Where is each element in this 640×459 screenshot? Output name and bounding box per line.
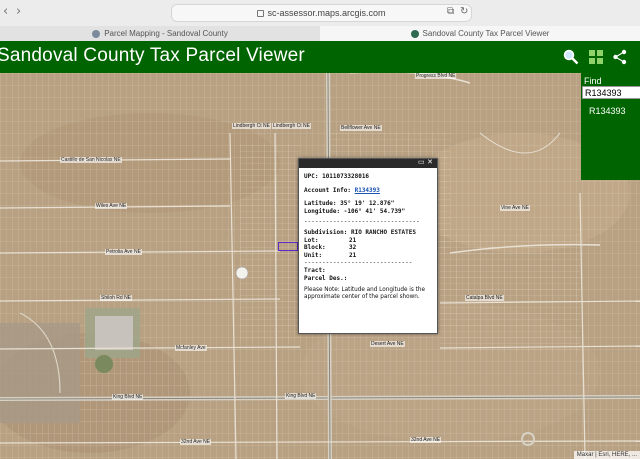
address-bar[interactable]: sc-assessor.maps.arcgis.com <box>171 4 472 22</box>
reload-icon[interactable]: ↻ <box>460 6 468 17</box>
road-label: Vine Ave NE <box>500 205 530 211</box>
latitude-label: Latitude: <box>304 200 337 208</box>
find-input[interactable] <box>582 86 640 99</box>
account-link[interactable]: R134393 <box>355 187 380 194</box>
tab-label: Sandoval County Tax Parcel Viewer <box>422 29 550 38</box>
find-result-item[interactable]: R134393 <box>589 106 626 116</box>
find-panel: Find R134393 <box>581 73 640 180</box>
lot-value: 21 <box>349 236 357 244</box>
road-label: Petrolia Ave NE <box>105 249 142 255</box>
tab-label: Parcel Mapping - Sandoval County <box>104 29 228 38</box>
app-header: Sandoval County Tax Parcel Viewer <box>0 41 640 73</box>
separator: -------------------------------- <box>304 218 420 226</box>
tab-parcel-mapping[interactable]: Parcel Mapping - Sandoval County <box>0 26 320 41</box>
address-row: ‹ › sc-assessor.maps.arcgis.com ⧉ ↻ <box>0 0 640 24</box>
road-label: Shiloh Rd NE <box>100 295 133 301</box>
road-label: Lindbergh Ct NE <box>272 123 311 129</box>
share-icon[interactable] <box>612 49 628 65</box>
selected-parcel[interactable] <box>278 242 298 251</box>
longitude-value: -106° 41' 54.739" <box>343 207 406 215</box>
road-label: Bellflower Ave NE <box>340 125 382 131</box>
unit-label: Unit: <box>304 251 323 259</box>
popup-content: UPC: 1011073328016 Account Info: R134393… <box>304 173 434 302</box>
grid-icon[interactable] <box>588 49 604 65</box>
find-label: Find <box>584 76 602 86</box>
road-label: Progress Blvd NE <box>415 73 457 79</box>
map-attribution: Maxar | Esri, HERE, ... <box>573 451 640 459</box>
subdivision-value: RIO RANCHO ESTATES <box>350 228 417 236</box>
page-title: Sandoval County Tax Parcel Viewer <box>0 45 305 66</box>
close-icon[interactable]: ✕ <box>427 159 433 166</box>
road-label: Mcfanley Ave <box>175 345 207 351</box>
url-text: sc-assessor.maps.arcgis.com <box>267 8 386 18</box>
back-button[interactable]: ‹ <box>3 4 8 19</box>
account-label: Account Info: <box>304 186 351 194</box>
road-label: Desert Ave NE <box>370 341 405 347</box>
translate-icon[interactable]: ⧉ <box>447 6 454 17</box>
separator: ------------------------------ <box>304 259 413 267</box>
road-label: 32nd Ave NE <box>180 439 212 445</box>
parcel-des-label: Parcel Des.: <box>304 274 348 282</box>
road-label: King Blvd NE <box>112 394 144 400</box>
upc-label: UPC: <box>304 173 319 180</box>
unit-value: 21 <box>349 251 357 259</box>
road-label: King Blvd NE <box>285 393 317 399</box>
search-icon[interactable] <box>563 49 579 65</box>
parcel-popup: ▭ ✕ UPC: 1011073328016 Account Info: R13… <box>298 158 438 334</box>
road-label: Catalpa Blvd NE <box>465 295 504 301</box>
popup-titlebar: ▭ ✕ <box>299 159 437 168</box>
upc-value: 1011073328016 <box>322 173 370 180</box>
favicon-icon <box>410 29 419 38</box>
browser-chrome: ‹ › sc-assessor.maps.arcgis.com ⧉ ↻ Parc… <box>0 0 640 41</box>
forward-button[interactable]: › <box>16 4 21 19</box>
tab-tax-parcel-viewer[interactable]: Sandoval County Tax Parcel Viewer <box>320 26 640 41</box>
road-label: Lindbergh Ct NE <box>232 123 271 129</box>
subdivision-label: Subdivision: <box>304 228 348 236</box>
road-label: Castillo de San Nicolas NE <box>60 157 122 163</box>
favicon-icon <box>92 29 101 38</box>
maximize-icon[interactable]: ▭ <box>418 159 425 166</box>
road-label: 32nd Ave NE <box>410 437 442 443</box>
latitude-value: 35° 19' 12.876" <box>340 200 395 208</box>
lock-icon <box>257 10 265 18</box>
lot-label: Lot: <box>304 236 319 244</box>
popup-note: Please Note: Latitude and Longitude is t… <box>304 287 425 301</box>
tract-label: Tract: <box>304 266 326 274</box>
block-value: 32 <box>349 244 357 252</box>
road-label: Wiles Ave NE <box>95 203 128 209</box>
block-label: Block: <box>304 244 326 252</box>
longitude-label: Longitude: <box>304 207 341 215</box>
